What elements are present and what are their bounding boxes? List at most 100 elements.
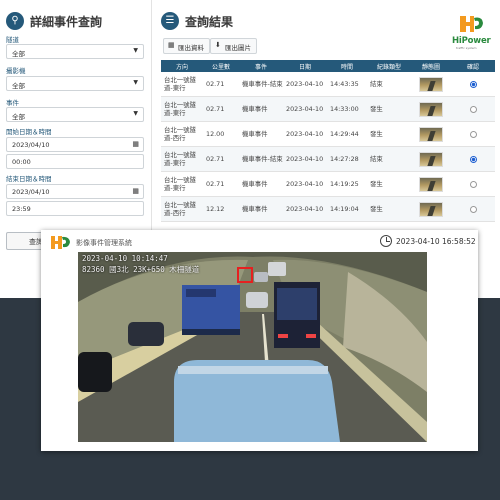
tunnel-camera-feed[interactable]: 2023-04-10 10:14:47 82360 國3北 23K+650 木柵… <box>78 252 427 442</box>
cell-date: 2023-04-10 <box>286 80 324 88</box>
col-direction: 方向 <box>175 64 188 71</box>
col-event: 事件 <box>254 64 267 71</box>
snapshot-thumbnail[interactable] <box>419 176 443 192</box>
results-header: ☰ 查詢結果 <box>161 12 233 30</box>
cell-time: 14:33:00 <box>330 105 359 113</box>
clock-icon <box>380 235 392 247</box>
tunnel-select[interactable]: 全部 ▼ <box>6 44 144 59</box>
tunnel-scene <box>78 252 427 442</box>
cell-direction: 台北一號隧道-東行 <box>164 176 196 192</box>
cell-time: 14:19:25 <box>330 180 359 188</box>
table-row[interactable]: 台北一號隧道-西行 12.00 機車事件 2023-04-10 14:29:44… <box>161 122 495 147</box>
end-datetime-label: 結束日期＆時間 <box>6 175 52 183</box>
confirm-radio[interactable] <box>469 80 477 88</box>
cell-date: 2023-04-10 <box>286 155 324 163</box>
brand-name: HiPower <box>452 36 491 46</box>
brand-tagline: traffic system <box>456 46 477 50</box>
end-date-input[interactable]: 2023/04/10 ▦ <box>6 184 144 199</box>
download-icon: ⬇ <box>215 41 221 49</box>
cell-direction: 台北一號隧道-東行 <box>164 76 196 92</box>
viewer-title: 影像事件管理系統 <box>76 239 132 247</box>
camera-osd-location: 82360 國3北 23K+650 木柵隧道 <box>82 265 200 274</box>
table-row[interactable]: 台北一號隧道-東行 02.71 機車事件 2023-04-10 14:19:25… <box>161 172 495 197</box>
cell-record-type: 發生 <box>370 205 383 213</box>
col-date: 日期 <box>298 64 311 71</box>
col-record-type: 紀錄類型 <box>376 64 401 71</box>
export-image-label: 匯出圖片 <box>225 44 251 52</box>
confirm-radio[interactable] <box>469 105 477 113</box>
confirm-radio[interactable] <box>469 205 477 213</box>
cell-record-type: 發生 <box>370 130 383 138</box>
start-date-input[interactable]: 2023/04/10 ▦ <box>6 137 144 152</box>
cell-direction: 台北一號隧道-西行 <box>164 201 196 217</box>
cell-date: 2023-04-10 <box>286 205 324 213</box>
table-icon: ▦ <box>168 41 175 49</box>
cell-date: 2023-04-10 <box>286 130 324 138</box>
cell-km: 02.71 <box>206 155 225 163</box>
cell-event: 機車事件 <box>242 105 268 113</box>
cell-time: 14:19:04 <box>330 205 359 213</box>
table-row[interactable]: 台北一號隧道-東行 02.71 機車事件-結束 2023-04-10 14:27… <box>161 147 495 172</box>
export-data-label: 匯出資料 <box>178 44 204 52</box>
end-time-input[interactable]: 23:59 <box>6 201 144 216</box>
calendar-icon[interactable]: ▦ <box>132 140 139 148</box>
cell-time: 14:29:44 <box>330 130 359 138</box>
hipower-logo: HiPower traffic system <box>452 14 492 50</box>
start-time-value: 00:00 <box>12 158 31 166</box>
camera-select-value: 全部 <box>12 82 25 90</box>
event-label: 事件 <box>6 99 19 107</box>
search-icon: ⚲ <box>6 12 24 30</box>
camera-select[interactable]: 全部 ▼ <box>6 76 144 91</box>
col-confirm: 確認 <box>466 64 479 71</box>
cell-record-type: 發生 <box>370 105 383 113</box>
camera-label: 攝影機 <box>6 67 26 75</box>
end-date-value: 2023/04/10 <box>12 188 50 196</box>
cell-km: 02.71 <box>206 105 225 113</box>
cell-event: 機車事件 <box>242 205 268 213</box>
cell-direction: 台北一號隧道-東行 <box>164 101 196 117</box>
confirm-radio[interactable] <box>469 130 477 138</box>
cell-event: 機車事件 <box>242 130 268 138</box>
snapshot-thumbnail[interactable] <box>419 126 443 142</box>
hipower-logo-mark <box>460 16 483 32</box>
filter-panel-title: 詳細事件查詢 <box>30 14 103 29</box>
calendar-icon[interactable]: ▦ <box>132 187 139 195</box>
cell-time: 14:27:28 <box>330 155 359 163</box>
chevron-down-icon: ▼ <box>133 79 138 86</box>
col-time: 時間 <box>340 64 353 71</box>
results-table-body: 台北一號隧道-東行 02.71 機車事件-結束 2023-04-10 14:43… <box>161 72 495 222</box>
event-select[interactable]: 全部 ▼ <box>6 107 144 122</box>
tunnel-select-value: 全部 <box>12 50 25 58</box>
snapshot-thumbnail[interactable] <box>419 101 443 117</box>
camera-osd-datetime: 2023-04-10 10:14:47 <box>82 254 168 263</box>
viewer-timestamp: 2023-04-10 16:58:52 <box>396 237 476 246</box>
cell-event: 機車事件-結束 <box>242 155 283 163</box>
video-viewer-window: 影像事件管理系統 2023-04-10 16:58:52 2023-04-10 … <box>41 230 478 451</box>
table-row[interactable]: 台北一號隧道-東行 02.71 機車事件 2023-04-10 14:33:00… <box>161 97 495 122</box>
col-km: 公里數 <box>211 64 230 71</box>
table-row[interactable]: 台北一號隧道-東行 02.71 機車事件-結束 2023-04-10 14:43… <box>161 72 495 97</box>
cell-direction: 台北一號隧道-西行 <box>164 126 196 142</box>
snapshot-thumbnail[interactable] <box>419 151 443 167</box>
event-select-value: 全部 <box>12 113 25 121</box>
cell-km: 12.12 <box>206 205 225 213</box>
chevron-down-icon: ▼ <box>133 110 138 117</box>
cell-km: 02.71 <box>206 80 225 88</box>
tunnel-label: 隧道 <box>6 36 19 44</box>
start-date-value: 2023/04/10 <box>12 141 50 149</box>
end-time-value: 23:59 <box>12 205 31 213</box>
cell-km: 02.71 <box>206 180 225 188</box>
results-table-header: 方向 公里數 事件 日期 時間 紀錄類型 靜態圖 確認 <box>161 60 495 72</box>
export-image-button[interactable]: ⬇ 匯出圖片 <box>210 38 257 54</box>
col-snapshot: 靜態圖 <box>421 64 440 71</box>
confirm-radio[interactable] <box>469 155 477 163</box>
start-time-input[interactable]: 00:00 <box>6 154 144 169</box>
snapshot-thumbnail[interactable] <box>419 76 443 92</box>
table-row[interactable]: 台北一號隧道-西行 12.12 機車事件 2023-04-10 14:19:04… <box>161 197 495 222</box>
list-icon: ☰ <box>161 12 179 30</box>
cell-time: 14:43:35 <box>330 80 359 88</box>
export-data-button[interactable]: ▦ 匯出資料 <box>163 38 210 54</box>
confirm-radio[interactable] <box>469 180 477 188</box>
cell-event: 機車事件 <box>242 180 268 188</box>
snapshot-thumbnail[interactable] <box>419 201 443 217</box>
